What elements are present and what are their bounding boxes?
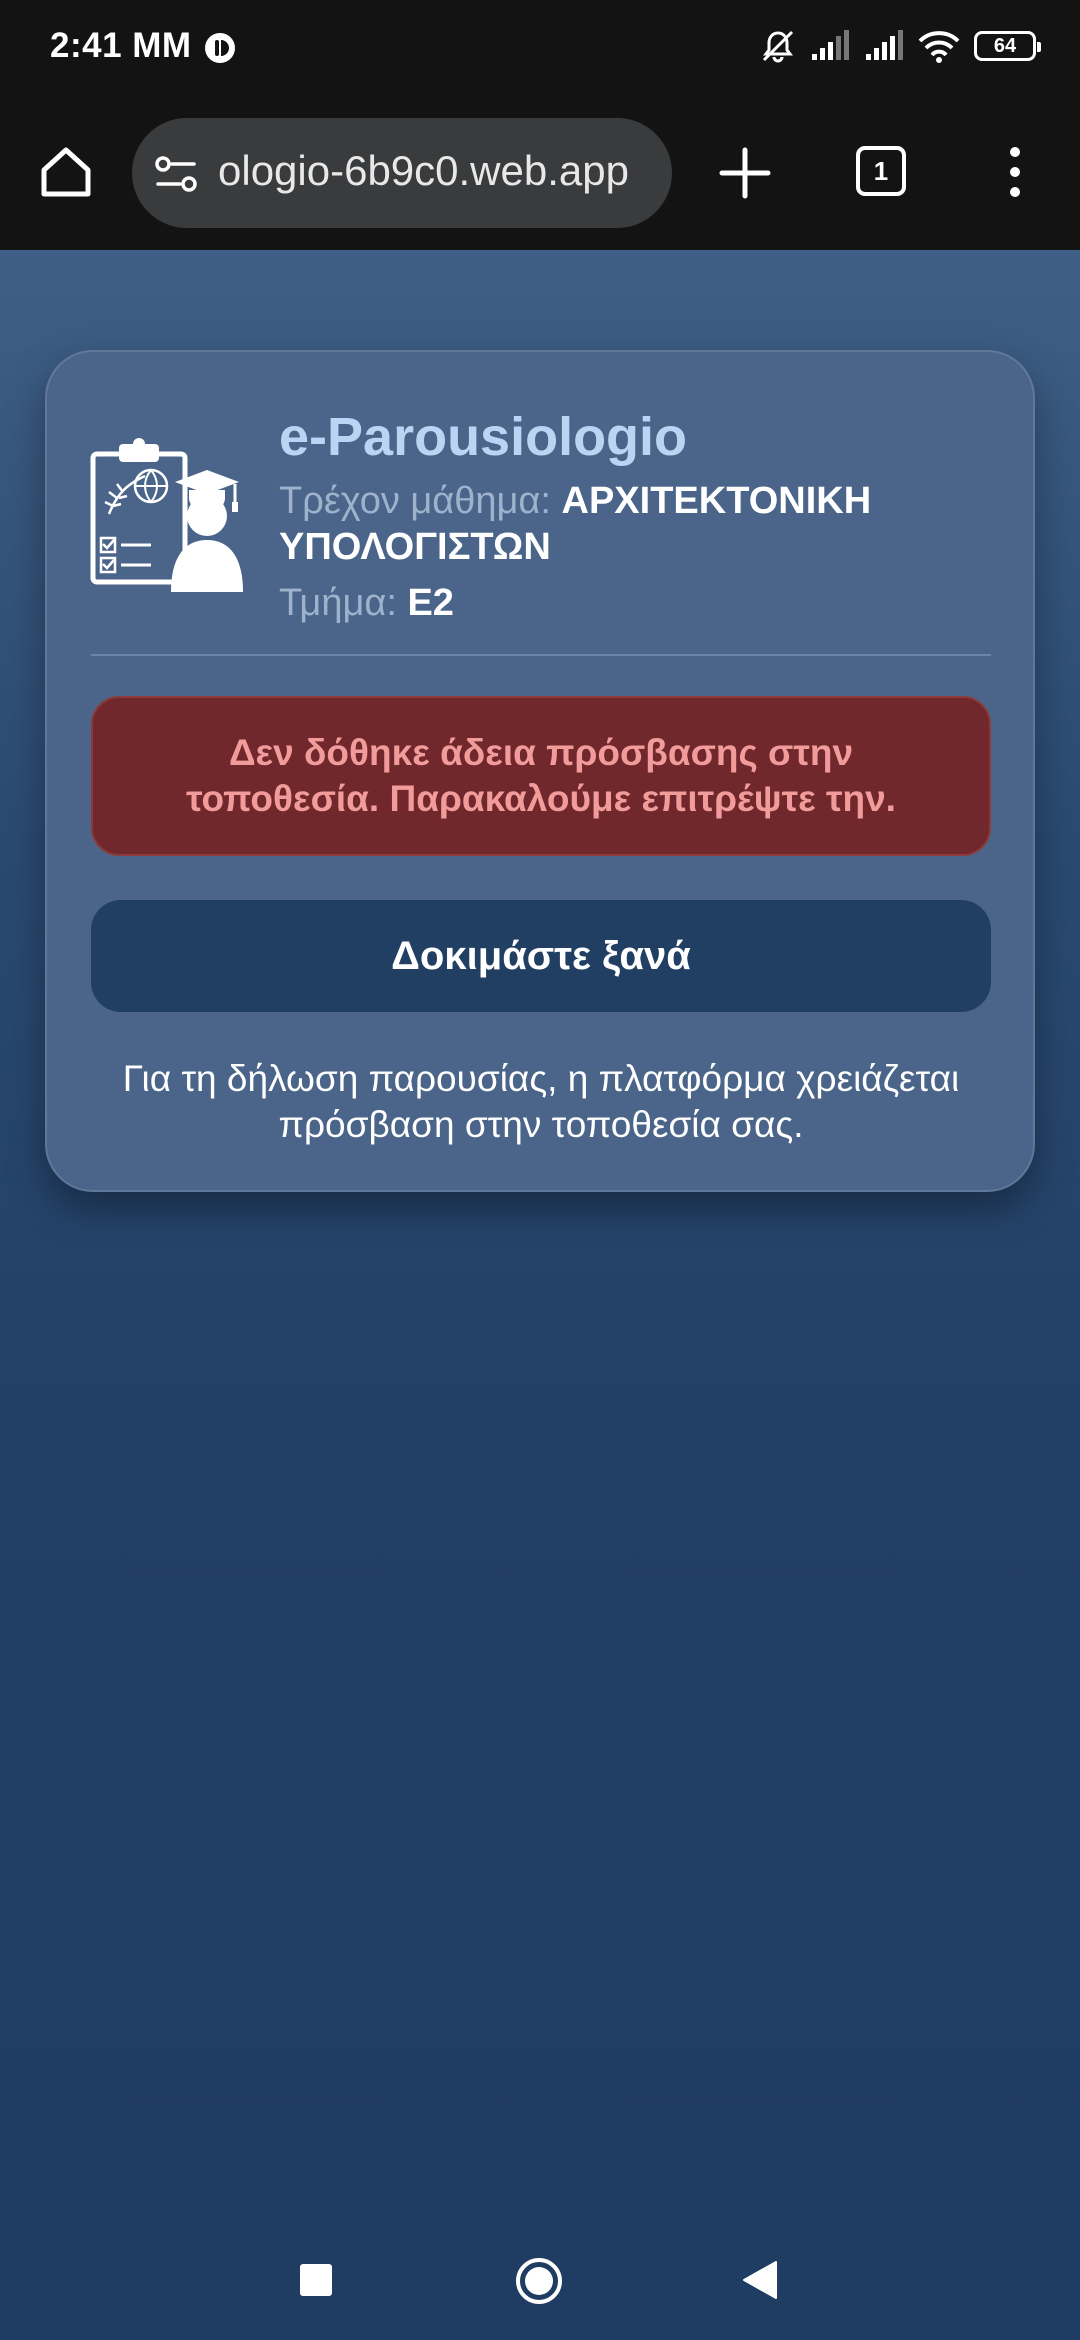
course-line: Τρέχον μάθημα: ΑΡΧΙΤΕΚΤΟΝΙΚΗ ΥΠΟΛΟΓΙΣΤΩΝ xyxy=(279,478,979,570)
app-title: e-Parousiologio xyxy=(279,407,688,467)
battery-level: 64 xyxy=(993,34,1017,57)
home-circle-icon[interactable] xyxy=(514,2256,564,2306)
dept-label: Τμήμα: xyxy=(279,582,397,624)
attendance-card: e-Parousiologio Τρέχον μάθημα: ΑΡΧΙΤΕΚΤΟ… xyxy=(45,350,1035,1192)
location-info-text: Για τη δήλωση παρουσίας, η πλατφόρμα χρε… xyxy=(122,1058,960,1145)
status-time: 2:41 MM xyxy=(50,26,192,65)
browser-toolbar: ologio-6b9c0.web.app 1 xyxy=(0,96,1080,250)
url-text: ologio-6b9c0.web.app xyxy=(218,147,629,194)
mute-icon xyxy=(762,30,794,63)
web-content: e-Parousiologio Τρέχον μάθημα: ΑΡΧΙΤΕΚΤΟ… xyxy=(0,250,1080,2230)
back-icon[interactable] xyxy=(742,2260,778,2300)
home-icon[interactable] xyxy=(36,142,96,202)
retry-button[interactable]: Δοκιμάστε ξανά xyxy=(91,900,991,1012)
status-icons: 64 xyxy=(760,28,1041,64)
address-bar[interactable]: ologio-6b9c0.web.app xyxy=(132,118,672,228)
more-vert-icon[interactable] xyxy=(1000,142,1030,202)
divider xyxy=(91,654,991,656)
system-nav-bar xyxy=(0,2230,1080,2340)
card-header: e-Parousiologio Τρέχον μάθημα: ΑΡΧΙΤΕΚΤΟ… xyxy=(279,402,979,626)
error-alert: Δεν δόθηκε άδεια πρόσβασης στην τοποθεσί… xyxy=(91,696,991,856)
app-notification-icon xyxy=(205,33,235,63)
status-bar: 2:41 MM 64 xyxy=(0,0,1080,96)
course-label: Τρέχον μάθημα: xyxy=(279,480,551,522)
battery-icon: 64 xyxy=(974,31,1041,61)
dept-value: Ε2 xyxy=(407,582,454,624)
error-message: Δεν δόθηκε άδεια πρόσβασης στην τοποθεσί… xyxy=(186,732,896,819)
signal-icon xyxy=(812,30,849,60)
signal-icon xyxy=(866,30,903,60)
wifi-icon xyxy=(918,31,960,63)
attendance-logo-icon xyxy=(90,438,243,592)
site-settings-icon[interactable] xyxy=(154,152,198,196)
tab-switcher-button[interactable]: 1 xyxy=(856,146,906,196)
recents-icon[interactable] xyxy=(300,2264,332,2296)
plus-icon[interactable] xyxy=(718,146,772,200)
dept-line: Τμήμα: Ε2 xyxy=(279,580,979,626)
